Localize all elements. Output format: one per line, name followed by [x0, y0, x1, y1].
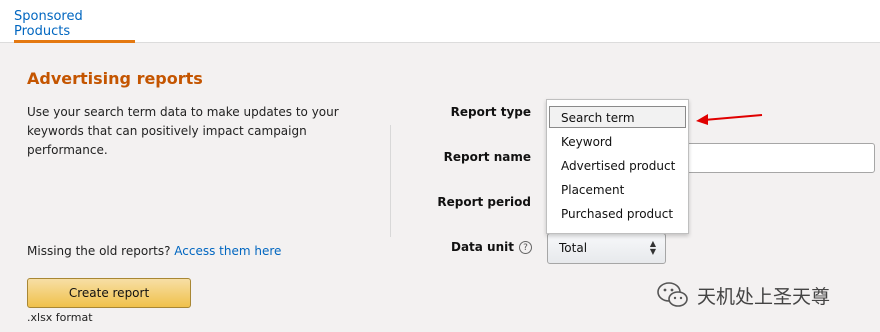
data-unit-select[interactable]: Total ▲ ▼ [547, 233, 666, 264]
help-icon[interactable]: ? [519, 241, 532, 254]
column-divider [390, 125, 391, 237]
dropdown-option-placement[interactable]: Placement [547, 178, 688, 202]
wechat-icon [657, 282, 688, 307]
report-description: Use your search term data to make update… [27, 105, 339, 157]
annotation-arrow-icon [696, 114, 763, 125]
dropdown-option-keyword[interactable]: Keyword [547, 130, 688, 154]
dropdown-option-advertised-product[interactable]: Advertised product [547, 154, 688, 178]
report-type-label: Report type [450, 105, 531, 119]
tab-label: Sponsored Products [14, 9, 83, 39]
watermark: 天机处上圣天尊 [655, 280, 830, 310]
data-unit-label: Data unit [450, 240, 514, 254]
data-unit-value: Total [559, 241, 588, 255]
tab-sponsored-products[interactable]: Sponsored Products [14, 0, 135, 43]
watermark-text: 天机处上圣天尊 [697, 285, 831, 308]
missing-reports-text: Missing the old reports? Access them her… [27, 244, 281, 258]
access-old-reports-link[interactable]: Access them here [174, 244, 281, 258]
missing-reports-label: Missing the old reports? [27, 244, 171, 258]
report-type-dropdown[interactable]: Search term Keyword Advertised product P… [546, 99, 689, 234]
report-name-label: Report name [443, 150, 531, 164]
format-note: .xlsx format [27, 311, 93, 324]
dropdown-option-purchased-product[interactable]: Purchased product [547, 202, 688, 226]
top-tab-bar: Sponsored Products [0, 0, 880, 43]
create-report-button[interactable]: Create report [27, 278, 191, 308]
report-period-label: Report period [437, 195, 531, 209]
updown-arrows-icon: ▲ ▼ [649, 239, 656, 256]
dropdown-option-search-term[interactable]: Search term [547, 106, 688, 130]
page-title: Advertising reports [27, 69, 203, 88]
